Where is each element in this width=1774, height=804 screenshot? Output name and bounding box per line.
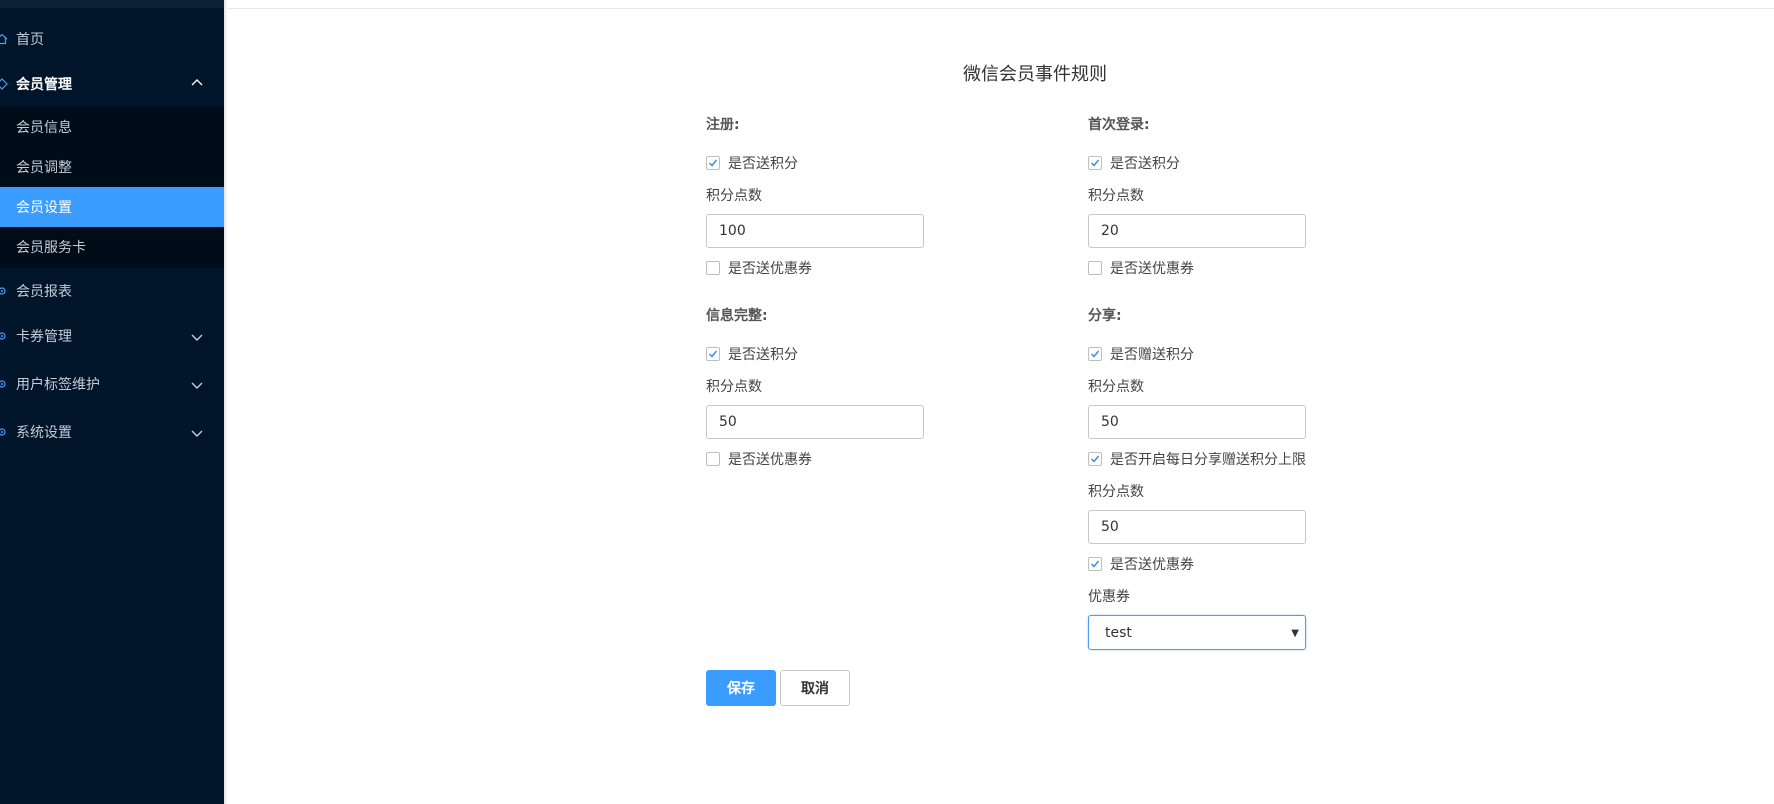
share-points-input[interactable] <box>1088 405 1306 439</box>
checkbox-label: 是否送优惠券 <box>728 452 812 468</box>
share-section: 分享: <box>1088 305 1348 325</box>
checkbox-icon[interactable] <box>706 452 720 466</box>
save-button[interactable]: 保存 <box>706 670 776 706</box>
sidebar-item-user-tags[interactable]: 用户标签维护 <box>0 362 224 406</box>
first-login-points-input[interactable] <box>1088 214 1306 248</box>
submenu-item-label: 会员服务卡 <box>16 240 86 256</box>
checkbox-icon[interactable] <box>706 156 720 170</box>
coupon-select-value: test <box>1105 624 1132 641</box>
submenu-item-member-info[interactable]: 会员信息 <box>0 107 224 147</box>
sidebar-item-system-settings[interactable]: 系统设置 <box>0 410 224 454</box>
home-icon <box>0 31 10 47</box>
sidebar-shadow <box>224 0 228 804</box>
info-complete-send-coupon-checkbox[interactable]: 是否送优惠券 <box>706 449 812 469</box>
sidebar-item-label: 首页 <box>16 32 44 48</box>
chevron-up-icon <box>190 76 206 92</box>
diamond-icon <box>0 76 10 92</box>
sidebar-item-member-management[interactable]: 会员管理 <box>0 62 224 106</box>
checkbox-label: 是否赠送积分 <box>1110 347 1194 363</box>
register-section: 注册: <box>706 114 966 134</box>
sidebar-item-label: 会员管理 <box>16 77 72 93</box>
checkbox-label: 是否送积分 <box>1110 156 1180 172</box>
field-label: 积分点数 <box>1088 484 1144 500</box>
checkbox-label: 是否送积分 <box>728 347 798 363</box>
checkbox-icon[interactable] <box>1088 261 1102 275</box>
chevron-down-icon <box>190 330 206 346</box>
top-header-strip <box>228 0 1774 9</box>
field-label: 积分点数 <box>1088 379 1144 395</box>
checkbox-label: 是否送积分 <box>728 156 798 172</box>
field-label: 积分点数 <box>1088 188 1144 204</box>
submenu-item-member-settings[interactable]: 会员设置 <box>0 187 224 227</box>
checkbox-icon[interactable] <box>1088 156 1102 170</box>
section-title: 分享: <box>1088 308 1122 324</box>
gear-icon <box>0 376 10 392</box>
sidebar: 首页 会员管理 会员信息 会员调整 会员设置 会员服务卡 会员报表 卡券管理 用… <box>0 0 224 804</box>
sidebar-item-label: 会员报表 <box>16 284 72 300</box>
submenu-item-label: 会员信息 <box>16 120 72 136</box>
submenu-item-label: 会员调整 <box>16 160 72 176</box>
sidebar-item-label: 卡券管理 <box>16 329 72 345</box>
chevron-down-icon <box>190 378 206 394</box>
field-label: 积分点数 <box>706 188 762 204</box>
sidebar-item-label: 系统设置 <box>16 425 72 441</box>
gear-icon <box>0 283 10 299</box>
submenu-item-label: 会员设置 <box>16 200 72 216</box>
section-title: 首次登录: <box>1088 117 1150 133</box>
info-complete-send-points-checkbox[interactable]: 是否送积分 <box>706 344 798 364</box>
checkbox-icon[interactable] <box>1088 347 1102 361</box>
register-points-input[interactable] <box>706 214 924 248</box>
section-title: 注册: <box>706 117 740 133</box>
gear-icon <box>0 424 10 440</box>
member-submenu: 会员信息 会员调整 会员设置 会员服务卡 <box>0 107 224 268</box>
share-limit-points-input[interactable] <box>1088 510 1306 544</box>
section-title: 信息完整: <box>706 308 768 324</box>
share-gift-points-checkbox[interactable]: 是否赠送积分 <box>1088 344 1194 364</box>
sidebar-item-home[interactable]: 首页 <box>0 17 224 61</box>
checkbox-icon[interactable] <box>1088 557 1102 571</box>
sidebar-item-member-report[interactable]: 会员报表 <box>0 269 224 313</box>
coupon-select[interactable]: test ▼ <box>1088 615 1306 650</box>
sidebar-top-strip <box>0 0 224 8</box>
checkbox-label: 是否送优惠券 <box>728 261 812 277</box>
first-login-send-coupon-checkbox[interactable]: 是否送优惠券 <box>1088 258 1194 278</box>
info-complete-section: 信息完整: <box>706 305 966 325</box>
register-send-points-checkbox[interactable]: 是否送积分 <box>706 153 798 173</box>
field-label: 积分点数 <box>706 379 762 395</box>
sidebar-item-coupon-management[interactable]: 卡券管理 <box>0 314 224 358</box>
first-login-send-points-checkbox[interactable]: 是否送积分 <box>1088 153 1180 173</box>
checkbox-label: 是否开启每日分享赠送积分上限 <box>1110 452 1306 468</box>
submenu-item-member-service-card[interactable]: 会员服务卡 <box>0 227 224 267</box>
checkbox-icon[interactable] <box>706 347 720 361</box>
first-login-section: 首次登录: <box>1088 114 1348 134</box>
checkbox-label: 是否送优惠券 <box>1110 557 1194 573</box>
checkbox-icon[interactable] <box>1088 452 1102 466</box>
sidebar-item-label: 用户标签维护 <box>16 377 100 393</box>
field-label: 优惠券 <box>1088 589 1130 605</box>
cancel-button[interactable]: 取消 <box>780 670 850 706</box>
gear-icon <box>0 328 10 344</box>
share-daily-limit-checkbox[interactable]: 是否开启每日分享赠送积分上限 <box>1088 449 1306 469</box>
share-send-coupon-checkbox[interactable]: 是否送优惠券 <box>1088 554 1194 574</box>
chevron-down-icon <box>190 426 206 442</box>
checkbox-label: 是否送优惠券 <box>1110 261 1194 277</box>
page-title: 微信会员事件规则 <box>963 64 1107 85</box>
register-send-coupon-checkbox[interactable]: 是否送优惠券 <box>706 258 812 278</box>
checkbox-icon[interactable] <box>706 261 720 275</box>
submenu-item-member-adjust[interactable]: 会员调整 <box>0 147 224 187</box>
caret-down-icon: ▼ <box>1291 628 1299 639</box>
info-complete-points-input[interactable] <box>706 405 924 439</box>
